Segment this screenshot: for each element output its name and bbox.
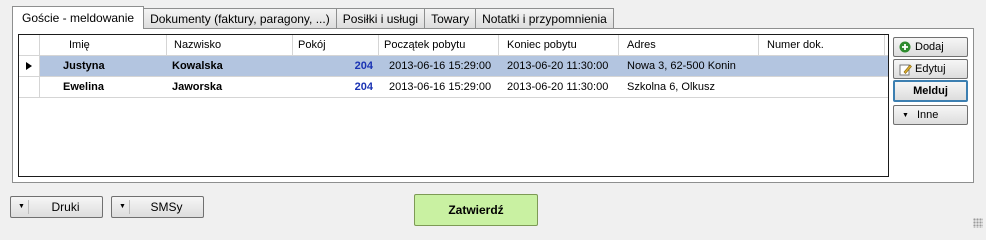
column-header-stay-start[interactable]: Początek pobytu bbox=[379, 35, 499, 55]
tab-panel: Imię Nazwisko Pokój Początek pobytu Koni… bbox=[12, 28, 974, 183]
cell-address: Nowa 3, 62-500 Konin bbox=[627, 60, 736, 72]
sms-dropdown-button[interactable]: ▼ SMSy bbox=[111, 196, 204, 218]
checkin-button-label: Melduj bbox=[913, 85, 948, 97]
edit-button-label: Edytuj bbox=[915, 63, 946, 75]
column-header-address[interactable]: Adres bbox=[619, 35, 759, 55]
column-header-first-name[interactable]: Imię bbox=[40, 35, 167, 55]
table-row[interactable]: Ewelina Jaworska 204 2013-06-16 15:29:00… bbox=[19, 77, 888, 98]
edit-button[interactable]: Edytuj bbox=[893, 59, 968, 79]
cell-first-name: Ewelina bbox=[63, 81, 104, 93]
cell-last-name: Jaworska bbox=[172, 81, 223, 93]
guests-grid[interactable]: Imię Nazwisko Pokój Początek pobytu Koni… bbox=[18, 34, 889, 177]
cell-address: Szkolna 6, Olkusz bbox=[627, 81, 716, 93]
cell-room: 204 bbox=[354, 81, 373, 93]
confirm-button[interactable]: Zatwierdź bbox=[414, 194, 538, 226]
column-header-document-number[interactable]: Numer dok. bbox=[759, 35, 885, 55]
header-corner bbox=[19, 35, 40, 55]
dropdown-caret-icon: ▼ bbox=[116, 200, 130, 214]
cell-stay-start: 2013-06-16 15:29:00 bbox=[389, 60, 492, 72]
tab-goods[interactable]: Towary bbox=[424, 8, 477, 29]
more-button[interactable]: ▼ Inne bbox=[893, 105, 968, 125]
table-row[interactable]: Justyna Kowalska 204 2013-06-16 15:29:00… bbox=[19, 56, 888, 77]
cell-room: 204 bbox=[354, 60, 373, 72]
cell-last-name: Kowalska bbox=[172, 60, 223, 72]
column-header-stay-end[interactable]: Koniec pobytu bbox=[499, 35, 619, 55]
add-button[interactable]: Dodaj bbox=[893, 37, 968, 57]
more-button-label: Inne bbox=[916, 109, 939, 121]
print-dropdown-button[interactable]: ▼ Druki bbox=[10, 196, 103, 218]
sms-button-label: SMSy bbox=[150, 200, 183, 214]
dropdown-caret-icon: ▼ bbox=[902, 111, 909, 119]
tab-guests-checkin[interactable]: Goście - meldowanie bbox=[12, 6, 145, 29]
checkin-button[interactable]: Melduj bbox=[893, 80, 968, 102]
row-header[interactable] bbox=[19, 77, 40, 97]
cell-first-name: Justyna bbox=[63, 60, 105, 72]
tab-strip: Goście - meldowanie Dokumenty (faktury, … bbox=[12, 6, 614, 29]
print-button-label: Druki bbox=[51, 200, 80, 214]
cell-stay-end: 2013-06-20 11:30:00 bbox=[507, 81, 609, 93]
triangle-right-icon bbox=[26, 62, 32, 70]
resize-grip[interactable] bbox=[973, 218, 983, 228]
tab-documents[interactable]: Dokumenty (faktury, paragony, ...) bbox=[143, 8, 337, 29]
dropdown-caret-icon: ▼ bbox=[15, 200, 29, 214]
tab-meals-services[interactable]: Posiłki i usługi bbox=[335, 8, 426, 29]
confirm-button-label: Zatwierdź bbox=[448, 203, 504, 217]
cell-stay-end: 2013-06-20 11:30:00 bbox=[507, 60, 609, 72]
cell-document-number bbox=[759, 56, 885, 76]
grid-header: Imię Nazwisko Pokój Początek pobytu Koni… bbox=[19, 35, 888, 56]
edit-pencil-icon bbox=[898, 62, 912, 76]
column-header-room[interactable]: Pokój bbox=[293, 35, 379, 55]
add-button-label: Dodaj bbox=[915, 41, 944, 53]
tab-notes-reminders[interactable]: Notatki i przypomnienia bbox=[475, 8, 614, 29]
column-header-last-name[interactable]: Nazwisko bbox=[167, 35, 293, 55]
plus-circle-icon bbox=[898, 40, 912, 54]
row-pointer[interactable] bbox=[19, 56, 40, 76]
cell-document-number bbox=[759, 77, 885, 97]
cell-stay-start: 2013-06-16 15:29:00 bbox=[389, 81, 492, 93]
